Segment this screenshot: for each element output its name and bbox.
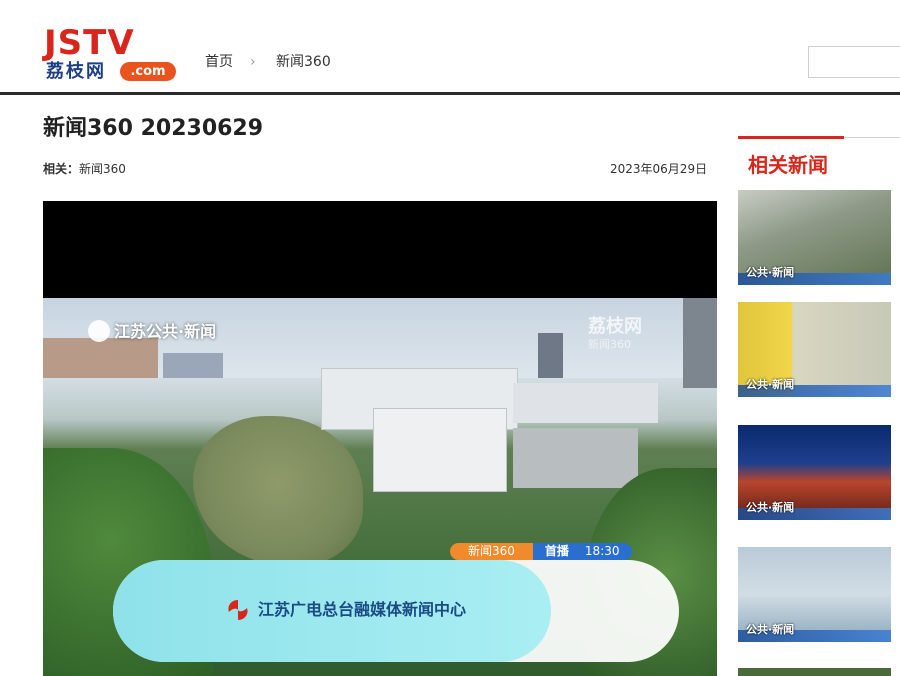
related-tag: 相关：新闻360 <box>43 160 126 178</box>
channel-logo-icon <box>88 320 110 342</box>
logo-wordmark: JSTV <box>44 23 135 63</box>
related-news-thumb[interactable]: 公共·新闻 <box>738 190 891 285</box>
thumb-caption: 公共·新闻 <box>746 501 795 514</box>
thumb-caption: 公共·新闻 <box>746 378 795 391</box>
breadcrumb-current-link[interactable]: 新闻360 <box>276 53 331 71</box>
header-divider <box>0 92 900 95</box>
sidebar-rule <box>844 137 900 138</box>
video-city-mid <box>163 353 223 378</box>
breadcrumb-home-link[interactable]: 首页 <box>205 53 233 71</box>
schedule-type: 首播 <box>532 543 581 560</box>
article-title: 新闻360 20230629 <box>43 116 264 141</box>
jsbc-logo-icon <box>228 600 248 620</box>
related-label: 相关： <box>43 162 80 176</box>
banner-text: 江苏广电总台融媒体新闻中心 <box>258 600 467 619</box>
video-tower <box>538 333 563 378</box>
video-frame: 江苏公共·新闻 荔枝网 新闻360 新闻360 首播 18:30 江苏广电总台融… <box>43 298 717 676</box>
video-building-side <box>513 383 658 423</box>
related-news-thumb[interactable]: 公共·新闻 <box>738 547 891 642</box>
related-news-thumb[interactable]: 公共·新闻 <box>738 302 891 397</box>
site-logo[interactable]: JSTV 荔枝网 .com <box>44 26 180 84</box>
thumb-caption: 公共·新闻 <box>746 623 795 636</box>
video-plaza <box>513 428 638 488</box>
publish-date: 2023年06月29日 <box>610 162 708 176</box>
logo-chinese-name: 荔枝网 <box>46 61 106 82</box>
news-center-banner: 江苏广电总台融媒体新闻中心 <box>113 560 679 662</box>
related-news-thumb[interactable] <box>738 668 891 676</box>
schedule-time: 18:30 <box>580 543 632 560</box>
video-pond <box>193 416 363 566</box>
logo-com-badge: .com <box>120 62 176 81</box>
channel-logo-text: 江苏公共·新闻 <box>114 322 217 341</box>
video-watermark-sub: 新闻360 <box>588 338 631 351</box>
related-tag-link[interactable]: 新闻360 <box>79 162 126 176</box>
video-watermark: 荔枝网 <box>588 316 642 337</box>
video-building-front <box>373 408 507 492</box>
breadcrumb-separator-icon: › <box>250 54 256 70</box>
sidebar-rule-accent <box>738 136 844 139</box>
related-news-thumb[interactable]: 公共·新闻 <box>738 425 891 520</box>
thumb-caption: 公共·新闻 <box>746 266 795 279</box>
video-player[interactable]: 江苏公共·新闻 荔枝网 新闻360 新闻360 首播 18:30 江苏广电总台融… <box>43 201 717 676</box>
search-input[interactable] <box>808 46 900 78</box>
schedule-program: 新闻360 <box>450 543 533 560</box>
video-highrise <box>683 298 717 388</box>
video-city-left <box>43 338 158 378</box>
channel-logo: 江苏公共·新闻 <box>88 320 216 343</box>
site-header: JSTV 荔枝网 .com 首页 › 新闻360 <box>0 0 900 92</box>
schedule-bar: 新闻360 首播 18:30 <box>450 543 632 560</box>
sidebar-title: 相关新闻 <box>748 153 828 177</box>
